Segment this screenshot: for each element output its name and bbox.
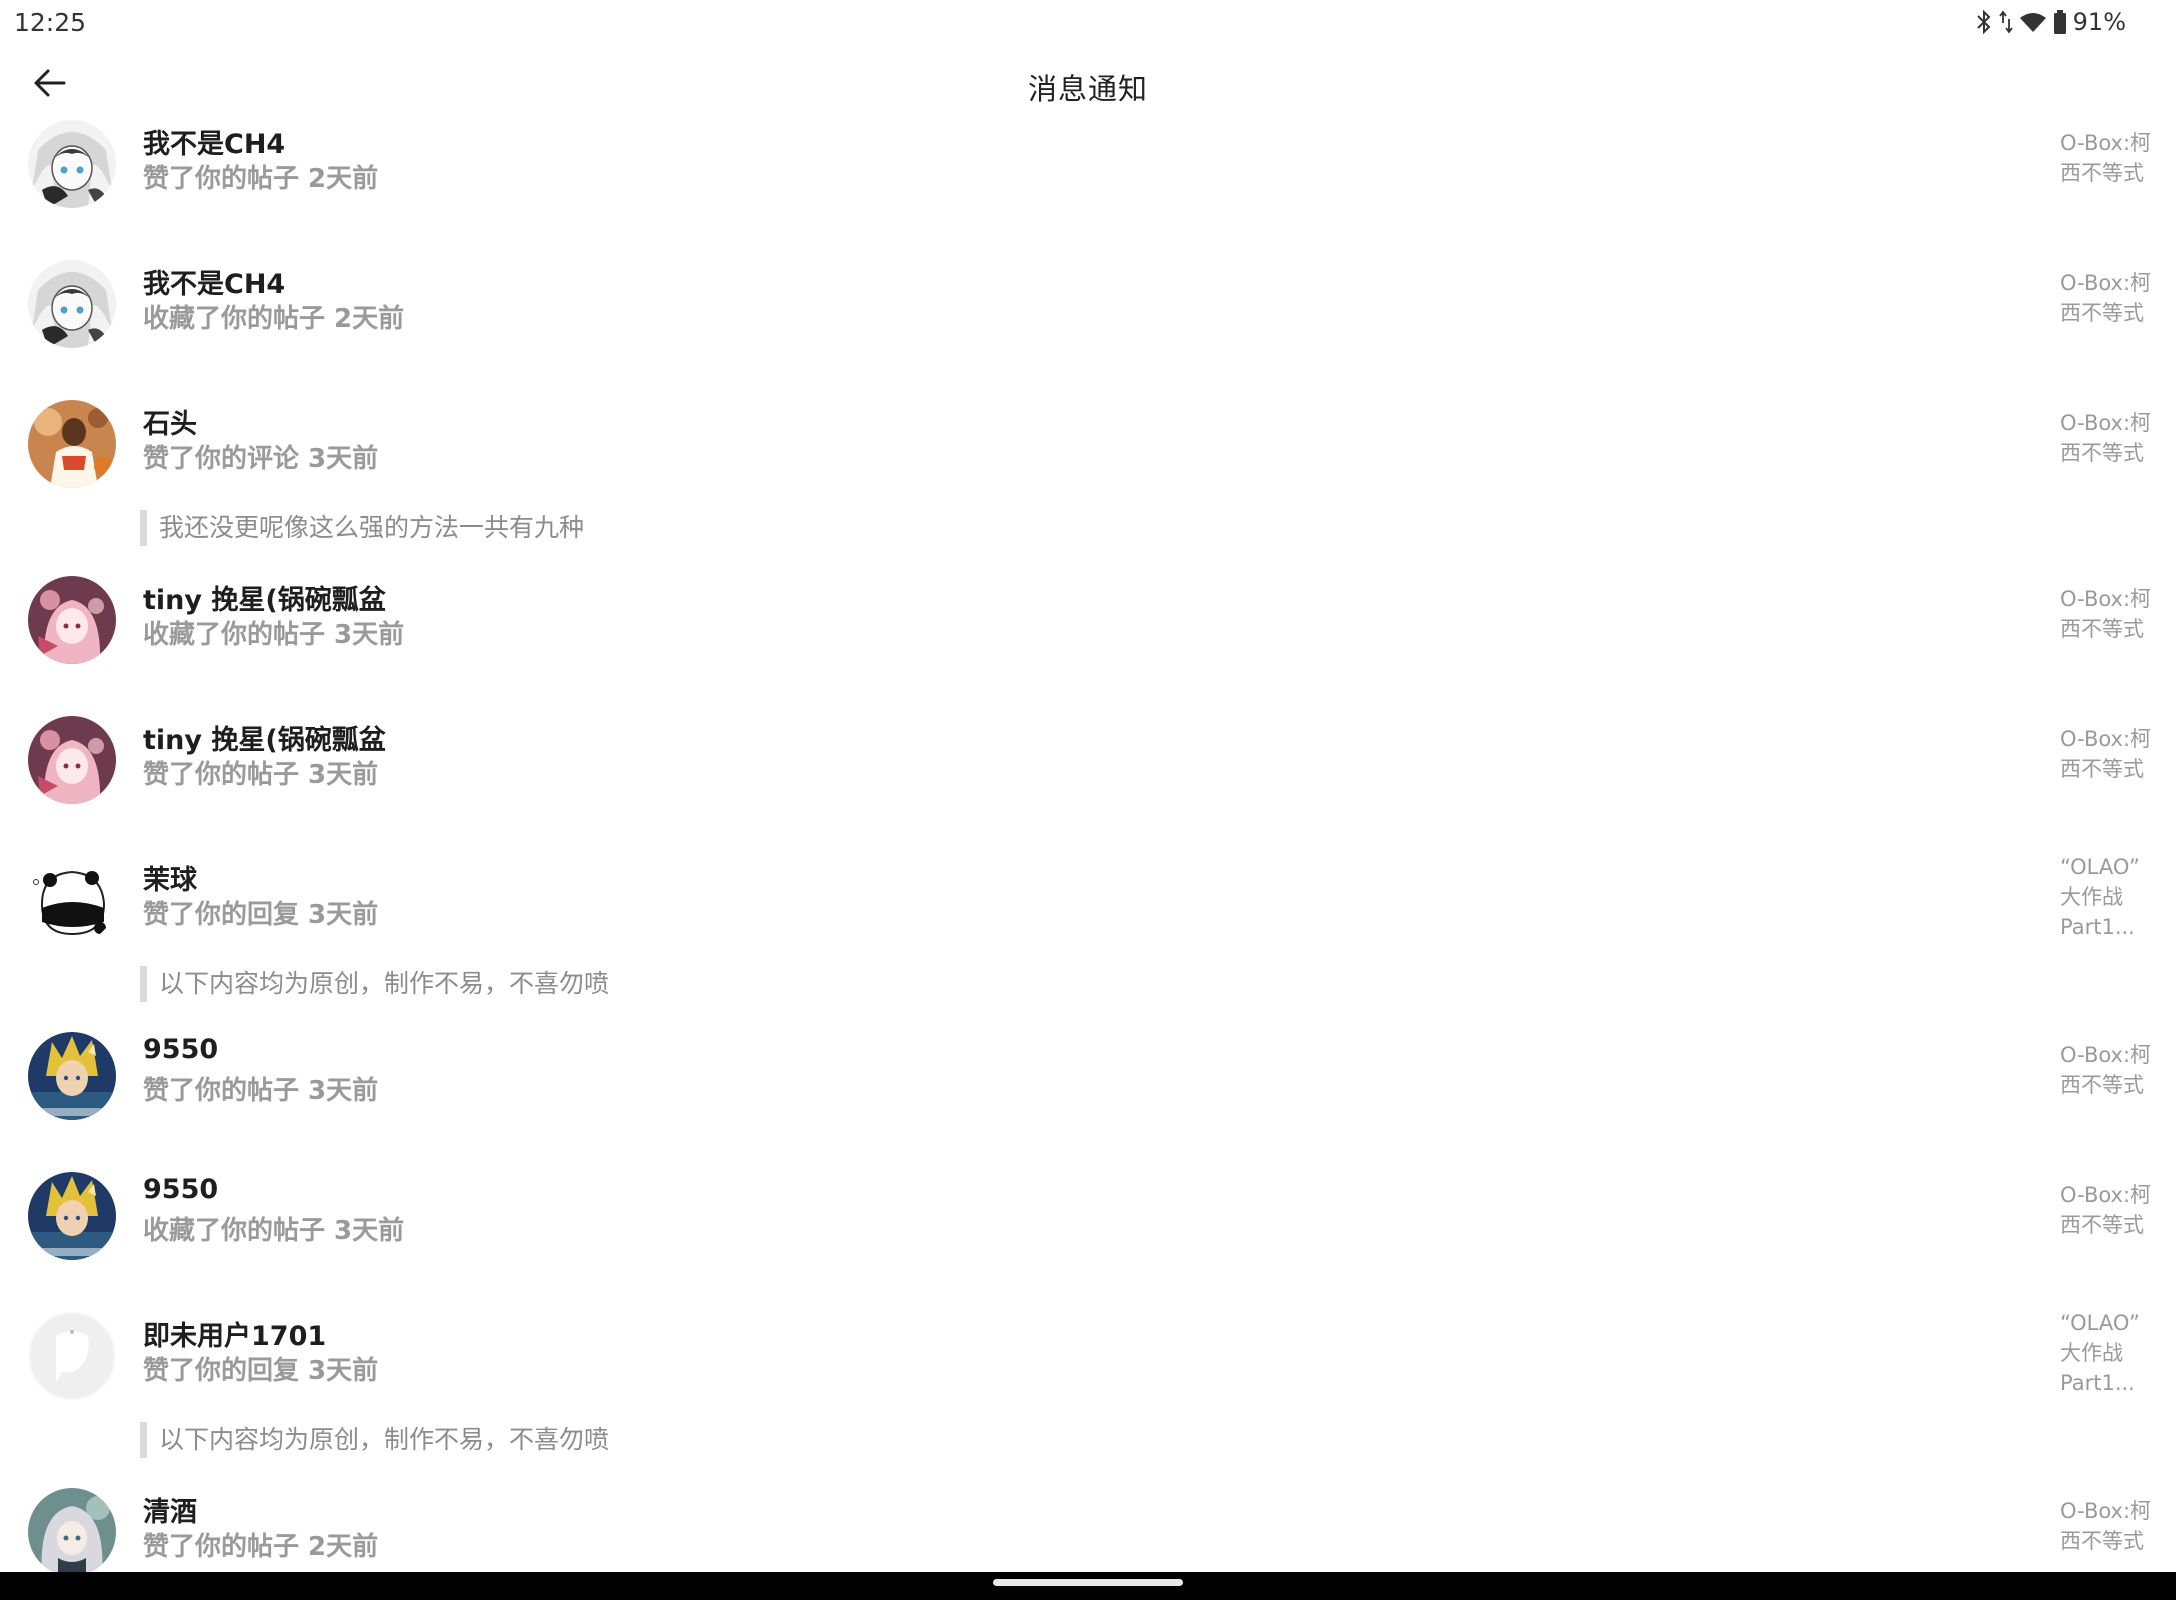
action-text: 赞了你的帖子 2天前 [143,1532,379,1562]
notification-item[interactable]: 我不是CH4 赞了你的帖子 2天前 O-Box:柯 西不等式 [0,120,2176,260]
avatar[interactable] [28,716,116,804]
user-name[interactable]: 我不是CH4 [143,262,285,301]
home-gesture-handle[interactable] [993,1579,1183,1586]
action-text: 收藏了你的帖子 3天前 [143,620,405,650]
source-post-title[interactable]: “OLAO” 大作战 Part1... [2060,852,2160,942]
avatar[interactable] [28,1172,116,1260]
source-post-title[interactable]: O-Box:柯 西不等式 [2060,268,2160,328]
notification-item[interactable]: 石头 赞了你的评论 3天前 我还没更呢像这么强的方法一共有九种 O-Box:柯 … [0,400,2176,576]
action-text: 赞了你的回复 3天前 [143,1356,379,1386]
battery-percent: 91% [2072,8,2126,36]
user-name[interactable]: 茉球 [143,858,197,897]
user-name[interactable]: tiny 挽星(锅碗瓢盆 [143,578,386,617]
action-text: 收藏了你的帖子 3天前 [143,1216,405,1246]
avatar[interactable] [28,400,116,488]
action-text: 收藏了你的帖子 2天前 [143,304,405,334]
quoted-content[interactable]: 我还没更呢像这么强的方法一共有九种 [140,510,584,546]
action-text: 赞了你的评论 3天前 [143,444,379,474]
notification-item[interactable]: 即未用户1701 赞了你的回复 3天前 以下内容均为原创，制作不易，不喜勿喷 “… [0,1311,2176,1488]
source-post-title[interactable]: O-Box:柯 西不等式 [2060,584,2160,644]
data-arrows-icon [1998,10,2013,34]
avatar[interactable] [28,1312,116,1400]
notification-item[interactable]: 9550 赞了你的帖子 3天前 O-Box:柯 西不等式 [0,1032,2176,1172]
avatar[interactable] [28,1488,116,1572]
avatar[interactable] [28,120,116,208]
notifications-screen: 12:25 91% 消息通知 我不是CH4 赞了你的帖子 2天前 O-Box:柯… [0,0,2176,1600]
action-text: 赞了你的帖子 2天前 [143,164,379,194]
source-post-title[interactable]: O-Box:柯 西不等式 [2060,128,2160,188]
status-bar: 12:25 91% [0,0,2176,44]
notification-item[interactable]: 茉球 赞了你的回复 3天前 以下内容均为原创，制作不易，不喜勿喷 “OLAO” … [0,855,2176,1032]
action-text: 赞了你的回复 3天前 [143,900,379,930]
quoted-content[interactable]: 以下内容均为原创，制作不易，不喜勿喷 [140,966,609,1002]
source-post-title[interactable]: O-Box:柯 西不等式 [2060,1496,2160,1556]
avatar[interactable] [28,260,116,348]
avatar[interactable] [28,856,116,944]
user-name[interactable]: 清酒 [143,1490,197,1529]
notification-item[interactable]: 清酒 赞了你的帖子 2天前 O-Box:柯 西不等式 [0,1488,2176,1572]
user-name[interactable]: 石头 [143,402,197,441]
app-bar: 消息通知 [0,44,2176,120]
page-title: 消息通知 [1027,72,1148,106]
system-navigation-bar [0,1572,2176,1600]
user-name[interactable]: 我不是CH4 [143,122,285,161]
notification-list[interactable]: 我不是CH4 赞了你的帖子 2天前 O-Box:柯 西不等式 我不是CH4 收藏… [0,120,2176,1572]
action-text: 赞了你的帖子 3天前 [143,760,379,790]
avatar[interactable] [28,576,116,664]
battery-icon [2053,10,2066,34]
user-name[interactable]: 9550 [143,1034,218,1065]
wifi-icon [2019,13,2046,32]
source-post-title[interactable]: O-Box:柯 西不等式 [2060,408,2160,468]
notification-item[interactable]: 我不是CH4 收藏了你的帖子 2天前 O-Box:柯 西不等式 [0,260,2176,400]
quoted-content[interactable]: 以下内容均为原创，制作不易，不喜勿喷 [140,1422,609,1458]
notification-item[interactable]: tiny 挽星(锅碗瓢盆 收藏了你的帖子 3天前 O-Box:柯 西不等式 [0,576,2176,716]
avatar[interactable] [28,1032,116,1120]
action-text: 赞了你的帖子 3天前 [143,1076,379,1106]
source-post-title[interactable]: O-Box:柯 西不等式 [2060,724,2160,784]
notification-item[interactable]: 9550 收藏了你的帖子 3天前 O-Box:柯 西不等式 [0,1172,2176,1312]
notification-item[interactable]: tiny 挽星(锅碗瓢盆 赞了你的帖子 3天前 O-Box:柯 西不等式 [0,716,2176,856]
status-icons: 91% [1975,8,2126,36]
user-name[interactable]: 9550 [143,1174,218,1205]
user-name[interactable]: tiny 挽星(锅碗瓢盆 [143,718,386,757]
source-post-title[interactable]: O-Box:柯 西不等式 [2060,1040,2160,1100]
source-post-title[interactable]: “OLAO” 大作战 Part1... [2060,1308,2160,1398]
bluetooth-icon [1976,9,1991,35]
source-post-title[interactable]: O-Box:柯 西不等式 [2060,1180,2160,1240]
user-name[interactable]: 即未用户1701 [143,1314,326,1353]
status-time: 12:25 [14,7,87,37]
